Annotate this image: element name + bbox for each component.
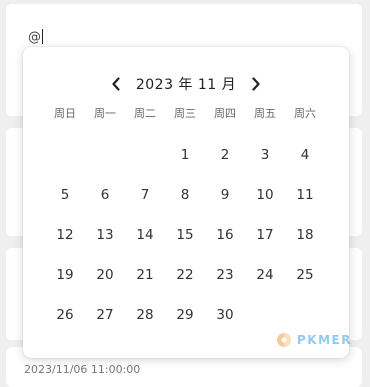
weekday-label: 周五 bbox=[254, 107, 276, 120]
day-cell[interactable]: 13 bbox=[85, 215, 125, 255]
day-cell[interactable]: 18 bbox=[285, 215, 325, 255]
day-cell[interactable]: 6 bbox=[85, 175, 125, 215]
day-cell[interactable]: 20 bbox=[85, 255, 125, 295]
day-cell[interactable]: 30 bbox=[205, 295, 245, 335]
day-blank bbox=[45, 135, 85, 175]
watermark-text: PKMER bbox=[297, 333, 352, 347]
day-cell[interactable]: 12 bbox=[45, 215, 85, 255]
month-title: 2023 年 11 月 bbox=[135, 77, 237, 93]
day-cell[interactable]: 27 bbox=[85, 295, 125, 335]
pkmer-logo-icon bbox=[277, 333, 291, 347]
date-picker-popup: 2023 年 11 月 周日 周一 周二 周三 周四 周五 周六 1 2 3 4 5 6 7 8 9 10 11… bbox=[23, 47, 349, 358]
editor-input[interactable]: @ bbox=[28, 29, 43, 45]
day-cell[interactable]: 23 bbox=[205, 255, 245, 295]
day-cell[interactable]: 11 bbox=[285, 175, 325, 215]
day-cell[interactable]: 5 bbox=[45, 175, 85, 215]
weekday-label: 周二 bbox=[134, 107, 156, 120]
day-cell[interactable]: 28 bbox=[125, 295, 165, 335]
timestamp-text: 2023/11/06 11:00:00 bbox=[24, 363, 141, 376]
day-cell[interactable]: 24 bbox=[245, 255, 285, 295]
weekday-label: 周三 bbox=[174, 107, 196, 120]
days-grid: 1 2 3 4 5 6 7 8 9 10 11 12 13 14 15 16 17 18 19 20 21 22 23 24 2… bbox=[45, 135, 325, 335]
day-cell[interactable]: 2 bbox=[205, 135, 245, 175]
day-cell[interactable]: 17 bbox=[245, 215, 285, 255]
day-cell[interactable]: 4 bbox=[285, 135, 325, 175]
weekday-label: 周四 bbox=[214, 107, 236, 120]
chevron-right-icon bbox=[252, 77, 260, 91]
day-cell[interactable]: 26 bbox=[45, 295, 85, 335]
day-cell[interactable]: 19 bbox=[45, 255, 85, 295]
editor-text: @ bbox=[28, 30, 41, 45]
chevron-left-icon bbox=[112, 77, 120, 91]
weekday-row: 周日 周一 周二 周三 周四 周五 周六 bbox=[45, 105, 325, 125]
weekday-label: 周六 bbox=[294, 107, 316, 120]
day-cell[interactable]: 14 bbox=[125, 215, 165, 255]
weekday-label: 周一 bbox=[94, 107, 116, 120]
day-cell[interactable]: 22 bbox=[165, 255, 205, 295]
day-blank bbox=[125, 135, 165, 175]
day-cell[interactable]: 3 bbox=[245, 135, 285, 175]
day-cell[interactable]: 1 bbox=[165, 135, 205, 175]
text-caret bbox=[42, 29, 43, 44]
day-cell[interactable]: 15 bbox=[165, 215, 205, 255]
day-blank bbox=[85, 135, 125, 175]
day-cell[interactable]: 16 bbox=[205, 215, 245, 255]
prev-month-button[interactable] bbox=[106, 74, 126, 94]
day-cell[interactable]: 8 bbox=[165, 175, 205, 215]
pkmer-watermark: PKMER bbox=[275, 331, 352, 349]
day-cell[interactable]: 25 bbox=[285, 255, 325, 295]
day-cell[interactable]: 29 bbox=[165, 295, 205, 335]
next-month-button[interactable] bbox=[246, 74, 266, 94]
day-cell[interactable]: 21 bbox=[125, 255, 165, 295]
day-cell[interactable]: 10 bbox=[245, 175, 285, 215]
weekday-label: 周日 bbox=[54, 107, 76, 120]
day-cell[interactable]: 9 bbox=[205, 175, 245, 215]
calendar-header: 2023 年 11 月 bbox=[23, 74, 349, 94]
day-cell[interactable]: 7 bbox=[125, 175, 165, 215]
